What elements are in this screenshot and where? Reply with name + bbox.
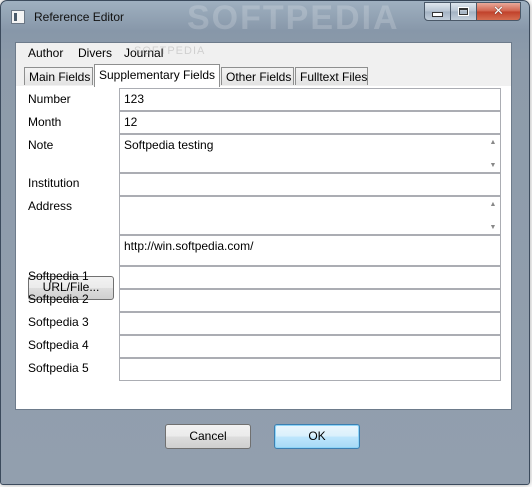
caption-buttons: ✕ (424, 2, 521, 21)
supplementary-fields-panel: Number 123 Month 12 Note Softpedia testi… (16, 86, 511, 409)
softpedia-1-field[interactable] (119, 266, 501, 289)
menu-bar: Author Divers Journal SOFTPEDIA (16, 43, 511, 65)
softpedia-5-field[interactable] (119, 358, 501, 381)
month-field[interactable]: 12 (119, 111, 501, 134)
maximize-icon (458, 7, 469, 16)
tab-other-fields[interactable]: Other Fields (221, 67, 294, 85)
tab-strip: Main Fields Supplementary Fields Other F… (16, 64, 511, 87)
close-button[interactable]: ✕ (476, 2, 521, 21)
menu-divers[interactable]: Divers (78, 46, 112, 60)
note-value: Softpedia testing (124, 138, 214, 152)
window-title: Reference Editor (34, 10, 125, 24)
softpedia-5-label: Softpedia 5 (28, 361, 89, 375)
close-icon: ✕ (493, 4, 504, 19)
app-icon[interactable] (11, 10, 25, 24)
minimize-button[interactable] (424, 2, 451, 21)
scroll-up-icon[interactable]: ▲ (490, 139, 497, 146)
institution-label: Institution (28, 176, 80, 190)
reference-editor-window: Reference Editor SOFTPEDIA ✕ Author Dive… (0, 0, 530, 485)
softpedia-4-field[interactable] (119, 335, 501, 358)
month-label: Month (28, 115, 62, 129)
softpedia-3-field[interactable] (119, 312, 501, 335)
note-scrollbar[interactable]: ▲ ▼ (488, 139, 498, 169)
address-scrollbar[interactable]: ▲ ▼ (488, 201, 498, 231)
note-label: Note (28, 138, 54, 152)
url-field[interactable]: http://win.softpedia.com/ (119, 235, 501, 266)
maximize-button[interactable] (450, 2, 477, 21)
address-label: Address (28, 199, 73, 213)
menu-watermark: SOFTPEDIA (134, 45, 206, 57)
client-area: Author Divers Journal SOFTPEDIA Main Fie… (15, 42, 512, 410)
menu-author[interactable]: Author (28, 46, 63, 60)
address-field[interactable]: ▲ ▼ (119, 196, 501, 235)
softpedia-4-label: Softpedia 4 (28, 338, 89, 352)
number-label: Number (28, 92, 71, 106)
note-field[interactable]: Softpedia testing ▲ ▼ (119, 134, 501, 173)
title-bar[interactable]: Reference Editor SOFTPEDIA ✕ (1, 0, 529, 37)
ok-button[interactable]: OK (274, 424, 360, 449)
scroll-up-icon[interactable]: ▲ (490, 201, 497, 208)
scroll-down-icon[interactable]: ▼ (490, 162, 497, 169)
softpedia-1-label: Softpedia 1 (28, 269, 89, 283)
tab-main-fields[interactable]: Main Fields (24, 67, 93, 85)
institution-field[interactable] (119, 173, 501, 196)
softpedia-2-label: Softpedia 2 (28, 292, 89, 306)
cancel-button[interactable]: Cancel (165, 424, 251, 449)
dialog-footer: Cancel OK (15, 410, 512, 464)
number-field[interactable]: 123 (119, 88, 501, 111)
softpedia-watermark: SOFTPEDIA (187, 0, 400, 37)
tab-supplementary-fields[interactable]: Supplementary Fields (94, 64, 220, 87)
scroll-down-icon[interactable]: ▼ (490, 224, 497, 231)
softpedia-3-label: Softpedia 3 (28, 315, 89, 329)
minimize-icon (432, 12, 443, 17)
softpedia-2-field[interactable] (119, 289, 501, 312)
tab-fulltext-files[interactable]: Fulltext Files (295, 67, 368, 85)
